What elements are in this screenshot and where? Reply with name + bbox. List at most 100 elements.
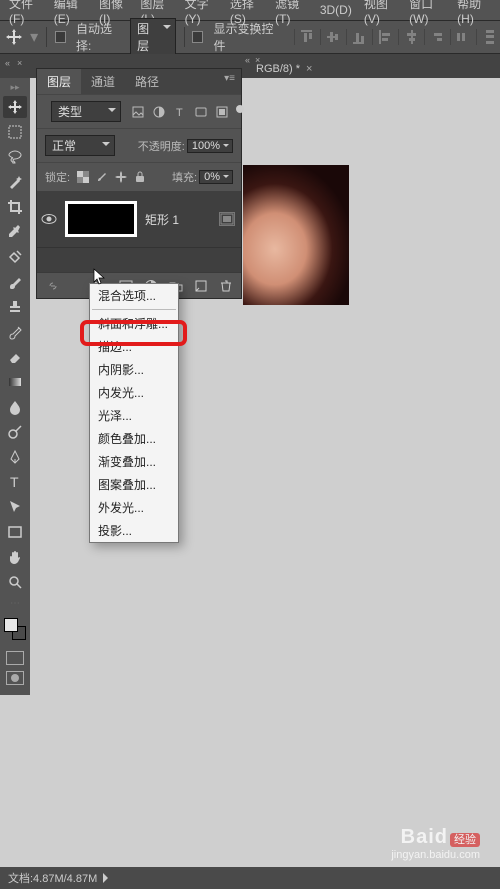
tab-paths[interactable]: 路径 [125, 69, 169, 94]
layer-filter-row: 类型 T [37, 94, 241, 128]
layer-list: 矩形 1 [37, 191, 241, 272]
fx-bevel[interactable]: 斜面和浮雕... [90, 312, 178, 335]
fx-inner-shadow[interactable]: 内阴影... [90, 358, 178, 381]
rectangle-tool[interactable] [3, 521, 27, 543]
new-layer-icon[interactable] [193, 278, 208, 293]
lock-all-icon[interactable] [133, 171, 146, 184]
quick-mask-icon[interactable] [6, 671, 24, 685]
watermark-url: jingyan.baidu.com [391, 849, 480, 861]
menu-window[interactable]: 窗口(W) [404, 0, 450, 28]
blur-tool[interactable] [3, 396, 27, 418]
layer-link-badge-icon[interactable] [219, 212, 235, 226]
marquee-tool[interactable] [3, 121, 27, 143]
align-vcenter-icon[interactable] [320, 29, 338, 45]
link-layers-icon[interactable] [45, 278, 60, 293]
svg-text:T: T [176, 107, 183, 118]
watermark-suffix: 经验 [450, 833, 480, 847]
layer-name[interactable]: 矩形 1 [145, 211, 179, 228]
menu-help[interactable]: 帮助(H) [452, 0, 496, 28]
tool-strip: ▸▸ T ⋯ [0, 78, 30, 695]
fx-pattern-overlay[interactable]: 图案叠加... [90, 473, 178, 496]
fx-gradient-overlay[interactable]: 渐变叠加... [90, 450, 178, 473]
close-tab-icon[interactable]: × [306, 63, 312, 75]
auto-select-checkbox[interactable] [55, 31, 66, 43]
document-tab-label: RGB/8) * [256, 63, 300, 75]
eyedropper-tool[interactable] [3, 221, 27, 243]
dodge-tool[interactable] [3, 421, 27, 443]
eraser-tool[interactable] [3, 346, 27, 368]
hand-tool[interactable] [3, 546, 27, 568]
align-right-icon[interactable] [424, 29, 442, 45]
fx-stroke[interactable]: 描边... [90, 335, 178, 358]
type-tool[interactable]: T [3, 471, 27, 493]
fx-satin[interactable]: 光泽... [90, 404, 178, 427]
tab-layers[interactable]: 图层 [37, 69, 81, 94]
auto-select-label: 自动选择: [76, 20, 122, 54]
fill-value[interactable]: 0% [199, 170, 233, 184]
healing-brush-tool[interactable] [3, 246, 27, 268]
auto-select-target-dropdown[interactable]: 图层 [130, 18, 176, 56]
lock-position-icon[interactable] [114, 171, 127, 184]
distribute-h-icon[interactable] [450, 29, 468, 45]
align-bottom-icon[interactable] [346, 29, 364, 45]
opacity-value[interactable]: 100% [187, 139, 233, 153]
brush-tool[interactable] [3, 271, 27, 293]
quick-mask-standard-icon[interactable] [6, 651, 24, 665]
color-swatch[interactable] [4, 618, 26, 640]
status-chevron-icon[interactable] [103, 873, 113, 883]
watermark-brand: Baid [401, 826, 448, 848]
blend-mode-dropdown[interactable]: 正常 [45, 135, 115, 156]
blend-row: 正常 不透明度: 100% [37, 128, 241, 162]
filter-smart-icon[interactable] [215, 105, 229, 119]
move-tool[interactable] [3, 96, 27, 118]
panel-collapse-right-icon[interactable]: « [245, 56, 253, 64]
align-left-icon[interactable] [372, 29, 390, 45]
filter-pixel-icon[interactable] [131, 105, 145, 119]
filter-adjust-icon[interactable] [152, 105, 166, 119]
show-transform-checkbox[interactable] [192, 31, 203, 43]
menu-bar: 文件(F) 编辑(E) 图像(I) 图层(L) 文字(Y) 选择(S) 滤镜(T… [0, 0, 500, 20]
menu-file[interactable]: 文件(F) [4, 0, 47, 28]
menu-view[interactable]: 视图(V) [359, 0, 402, 28]
panel-close-icon[interactable]: × [17, 59, 25, 67]
fx-outer-glow[interactable]: 外发光... [90, 496, 178, 519]
crop-tool[interactable] [3, 196, 27, 218]
history-brush-tool[interactable] [3, 321, 27, 343]
panel-collapse-left-icon[interactable]: « [5, 59, 13, 67]
stamp-tool[interactable] [3, 296, 27, 318]
show-transform-label: 显示变换控件 [213, 20, 278, 54]
panel-menu-icon[interactable]: ▾≡ [218, 69, 241, 94]
filter-type-icon[interactable]: T [173, 105, 187, 119]
distribute-v-icon[interactable] [476, 29, 494, 45]
pen-tool[interactable] [3, 446, 27, 468]
filter-kind-dropdown[interactable]: 类型 [51, 101, 121, 122]
fx-drop-shadow[interactable]: 投影... [90, 519, 178, 542]
trash-icon[interactable] [218, 278, 233, 293]
status-bar: 文档:4.87M/4.87M [0, 867, 500, 889]
path-select-tool[interactable] [3, 496, 27, 518]
lock-transparent-icon[interactable] [76, 171, 89, 184]
layer-item[interactable]: 矩形 1 [37, 191, 241, 248]
fill-label: 填充: [172, 169, 197, 185]
layer-thumbnail[interactable] [65, 201, 137, 237]
zoom-tool[interactable] [3, 571, 27, 593]
layer-style-menu: 混合选项... 斜面和浮雕... 描边... 内阴影... 内发光... 光泽.… [89, 283, 179, 543]
panel-close-right-icon[interactable]: × [255, 56, 263, 64]
tab-channels[interactable]: 通道 [81, 69, 125, 94]
menu-3d[interactable]: 3D(D) [315, 1, 357, 19]
magic-wand-tool[interactable] [3, 171, 27, 193]
canvas-image [243, 165, 349, 305]
cursor-icon [93, 268, 109, 288]
fx-color-overlay[interactable]: 颜色叠加... [90, 427, 178, 450]
foreground-color[interactable] [4, 618, 18, 632]
gradient-tool[interactable] [3, 371, 27, 393]
opacity-label: 不透明度: [138, 138, 185, 154]
lasso-tool[interactable] [3, 146, 27, 168]
layers-panel: 图层 通道 路径 ▾≡ 类型 T 正常 不透明度: 100% 锁定: [36, 68, 242, 299]
align-top-icon[interactable] [294, 29, 312, 45]
lock-pixels-icon[interactable] [95, 171, 108, 184]
fx-inner-glow[interactable]: 内发光... [90, 381, 178, 404]
visibility-eye-icon[interactable] [41, 213, 57, 225]
filter-shape-icon[interactable] [194, 105, 208, 119]
align-hcenter-icon[interactable] [398, 29, 416, 45]
